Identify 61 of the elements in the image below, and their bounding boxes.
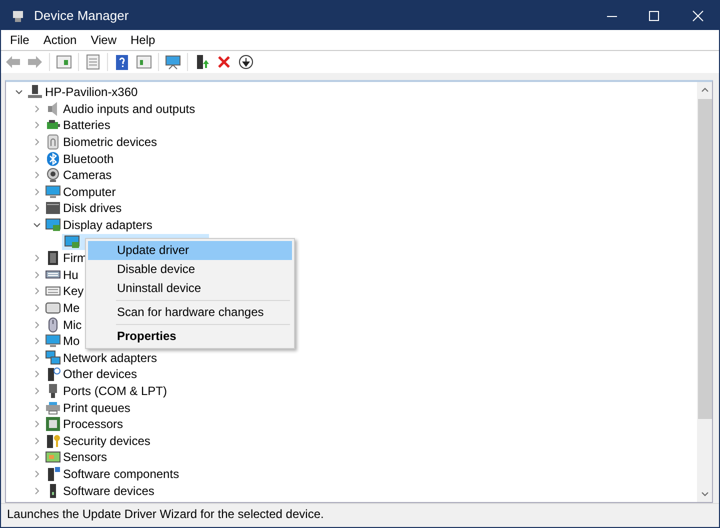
tree-item[interactable]: Hu <box>63 268 78 282</box>
tree-item[interactable]: Disk drives <box>63 201 122 216</box>
chip-icon <box>45 250 61 266</box>
tree-item[interactable]: HP-Pavilion-x360 <box>45 85 138 100</box>
memory-icon <box>45 300 61 316</box>
menu-item[interactable]: Disable device <box>88 260 292 279</box>
menu-item[interactable]: Properties <box>88 327 292 346</box>
display-icon <box>64 234 80 250</box>
printer-icon <box>45 400 61 416</box>
menu-item[interactable]: View <box>84 33 124 47</box>
forward-icon[interactable] <box>27 54 43 70</box>
back-icon[interactable] <box>5 54 21 70</box>
properties-icon[interactable] <box>85 54 101 70</box>
tree-item[interactable]: Mic <box>63 318 82 332</box>
tree-item[interactable]: Security devices <box>63 434 150 448</box>
tree-item[interactable]: Biometric devices <box>63 135 158 150</box>
menu-item[interactable]: Scan for hardware changes <box>88 303 292 322</box>
tree-item[interactable]: Display adapters <box>63 218 152 232</box>
monitor-icon <box>45 333 61 350</box>
status-text: Launches the Update Driver Wizard for the selected device. <box>7 507 324 521</box>
device-icon <box>45 366 61 382</box>
key-icon <box>45 432 61 449</box>
download-icon[interactable] <box>238 54 254 70</box>
window-icon[interactable] <box>56 54 72 70</box>
processor-icon <box>45 416 61 432</box>
tree-item[interactable]: Me <box>63 301 80 316</box>
window-icon[interactable] <box>136 54 152 70</box>
menu-item[interactable]: Action <box>36 33 84 47</box>
scroll-down-icon[interactable] <box>700 489 710 499</box>
tree-item[interactable]: Software devices <box>63 484 154 498</box>
tree-item[interactable]: Network adapters <box>63 350 158 365</box>
update-driver-icon[interactable] <box>194 54 210 70</box>
tree-item[interactable]: Processors <box>63 417 124 432</box>
menu-item[interactable]: File <box>3 33 36 47</box>
monitor-icon <box>45 184 61 200</box>
tree-item[interactable]: Ports (COM & LPT) <box>63 384 168 398</box>
network-icon <box>45 350 61 366</box>
tree-item[interactable]: Audio inputs and outputs <box>63 102 196 116</box>
tree-item[interactable]: Computer <box>63 184 116 199</box>
help-icon[interactable] <box>114 54 130 70</box>
maximize-icon[interactable] <box>648 10 660 22</box>
tree-item[interactable]: Mo <box>63 334 80 348</box>
menu-item[interactable]: Update driver <box>88 241 292 260</box>
menu-item[interactable]: Help <box>124 33 162 47</box>
scrollbar-thumb[interactable] <box>698 99 712 419</box>
display-icon <box>45 217 61 234</box>
tree-item[interactable]: Sensors <box>63 450 108 464</box>
menu-item[interactable]: Uninstall device <box>88 279 292 298</box>
tree-item[interactable]: Print queues <box>63 400 130 415</box>
window-title: Device Manager <box>34 8 129 23</box>
tree-item[interactable]: Cameras <box>63 168 112 182</box>
tree-item[interactable]: Key <box>63 284 84 298</box>
bluetooth-icon <box>45 150 61 167</box>
tree-item[interactable]: Other devices <box>63 367 138 382</box>
tree-item[interactable]: Batteries <box>63 118 110 132</box>
monitor-icon[interactable] <box>165 54 181 70</box>
fingerprint-icon <box>45 134 61 150</box>
webcam-icon <box>45 167 61 184</box>
sensor-icon <box>45 449 61 466</box>
tree-item[interactable]: Software components <box>63 466 180 481</box>
tree-item[interactable]: Bluetooth <box>63 152 114 166</box>
